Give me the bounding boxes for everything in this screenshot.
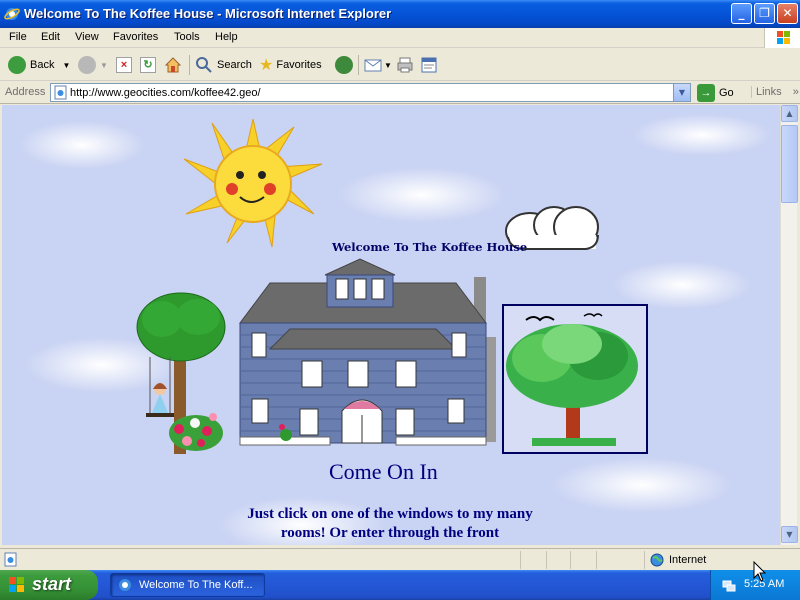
search-label: Search bbox=[217, 59, 252, 71]
welcome-heading: Welcome To The Koffee House bbox=[332, 240, 528, 254]
chevron-down-icon: ▼ bbox=[786, 530, 793, 539]
windows-flag-icon bbox=[9, 577, 24, 592]
menu-file[interactable]: File bbox=[9, 31, 27, 43]
status-divider bbox=[644, 551, 645, 569]
scroll-up-button[interactable]: ▲ bbox=[781, 105, 798, 122]
menu-bar: File Edit View Favorites Tools Help bbox=[0, 28, 800, 48]
start-label: start bbox=[32, 574, 72, 594]
taskbar-window-button[interactable]: Welcome To The Koff... bbox=[110, 573, 265, 597]
menu-edit[interactable]: Edit bbox=[41, 31, 60, 43]
house-image[interactable] bbox=[230, 257, 498, 447]
chevron-right-icon: » bbox=[792, 86, 799, 98]
come-on-in-heading: Come On In bbox=[329, 459, 438, 484]
title-bar[interactable]: Welcome To The Koffee House - Microsoft … bbox=[0, 0, 800, 28]
status-divider bbox=[520, 551, 521, 569]
forward-button[interactable]: ▼ bbox=[78, 55, 108, 75]
chevron-down-icon: ▼ bbox=[62, 60, 71, 70]
history-icon bbox=[335, 56, 353, 74]
window-title: Welcome To The Koffee House - Microsoft … bbox=[24, 6, 392, 21]
address-label: Address bbox=[5, 86, 46, 98]
refresh-button[interactable]: ↻ bbox=[140, 55, 156, 75]
mouse-cursor-icon bbox=[753, 561, 767, 582]
favorites-label: Favorites bbox=[276, 59, 322, 71]
toolbar-separator bbox=[189, 55, 190, 75]
go-label: Go bbox=[719, 87, 734, 99]
edit-button[interactable] bbox=[420, 55, 438, 75]
edit-page-icon bbox=[421, 57, 437, 73]
internet-explorer-icon bbox=[4, 8, 20, 20]
status-bar: Internet bbox=[0, 548, 800, 570]
taskbar: start Welcome To The Koff... 5:25 AM bbox=[0, 570, 800, 600]
address-field[interactable]: ▼ bbox=[50, 83, 691, 102]
go-button[interactable]: → Go bbox=[697, 84, 734, 102]
taskbar-window-title: Welcome To The Koff... bbox=[139, 579, 253, 591]
zone-label: Internet bbox=[669, 554, 707, 566]
minimize-button[interactable]: _ bbox=[731, 3, 752, 24]
flower-bush-icon bbox=[169, 413, 223, 451]
internet-explorer-icon bbox=[119, 579, 131, 591]
menu-view[interactable]: View bbox=[75, 31, 99, 43]
forward-arrow-icon bbox=[78, 56, 96, 74]
start-button[interactable]: start bbox=[0, 570, 98, 600]
back-button[interactable]: Back ▼ bbox=[8, 55, 70, 75]
instruction-text: Just click on one of the windows to my m… bbox=[247, 506, 533, 541]
toolbar-separator bbox=[358, 55, 359, 75]
address-dropdown-button[interactable]: ▼ bbox=[673, 84, 690, 101]
home-button[interactable] bbox=[164, 55, 182, 75]
chevron-up-icon: ▲ bbox=[786, 109, 793, 118]
status-divider bbox=[570, 551, 571, 569]
network-icon[interactable] bbox=[721, 577, 737, 593]
menu-tools[interactable]: Tools bbox=[174, 31, 200, 43]
close-button[interactable]: ✕ bbox=[777, 3, 798, 24]
star-icon: ★ bbox=[259, 57, 274, 74]
menu-help[interactable]: Help bbox=[215, 31, 238, 43]
favorites-button[interactable]: ★ Favorites bbox=[259, 55, 322, 75]
sun-icon bbox=[183, 119, 323, 248]
history-button[interactable] bbox=[335, 55, 357, 75]
search-icon bbox=[196, 57, 212, 73]
stop-button[interactable]: × bbox=[116, 55, 132, 75]
scroll-thumb[interactable] bbox=[781, 125, 798, 203]
scroll-down-button[interactable]: ▼ bbox=[781, 526, 798, 543]
address-bar: Address ▼ → Go Links » bbox=[0, 82, 800, 104]
links-label: Links bbox=[756, 86, 782, 98]
print-button[interactable] bbox=[396, 55, 414, 75]
windows-logo-icon bbox=[764, 28, 800, 48]
back-label: Back bbox=[30, 59, 55, 71]
security-zone: Internet bbox=[650, 553, 706, 567]
globe-icon bbox=[650, 553, 664, 567]
stop-icon: × bbox=[116, 57, 132, 73]
page-content: Welcome To The Koffee House Come On In J… bbox=[2, 105, 780, 545]
mail-button[interactable]: ▼ bbox=[364, 55, 392, 75]
vertical-scrollbar[interactable]: ▲ ▼ bbox=[780, 105, 798, 545]
search-button[interactable]: Search bbox=[195, 55, 252, 75]
menu-favorites[interactable]: Favorites bbox=[113, 31, 158, 43]
page-icon bbox=[54, 85, 67, 100]
tree-window-image[interactable] bbox=[502, 304, 648, 454]
page-status-icon bbox=[4, 552, 17, 567]
chevron-down-icon: ▼ bbox=[678, 88, 686, 97]
status-divider bbox=[596, 551, 597, 569]
chevron-down-icon: ▼ bbox=[100, 60, 108, 70]
maximize-button[interactable]: ❐ bbox=[754, 3, 775, 24]
refresh-icon: ↻ bbox=[140, 57, 156, 73]
chevron-down-icon: ▼ bbox=[384, 60, 392, 70]
home-icon bbox=[164, 57, 182, 73]
toolbar: Back ▼ ▼ × ↻ Search ★ Favorites ▼ bbox=[0, 49, 800, 81]
mail-icon bbox=[364, 59, 382, 72]
back-arrow-icon bbox=[8, 56, 26, 74]
go-arrow-icon: → bbox=[697, 84, 715, 102]
status-divider bbox=[546, 551, 547, 569]
printer-icon bbox=[397, 57, 413, 73]
links-button[interactable]: Links » bbox=[751, 86, 799, 98]
address-input[interactable] bbox=[70, 85, 670, 100]
